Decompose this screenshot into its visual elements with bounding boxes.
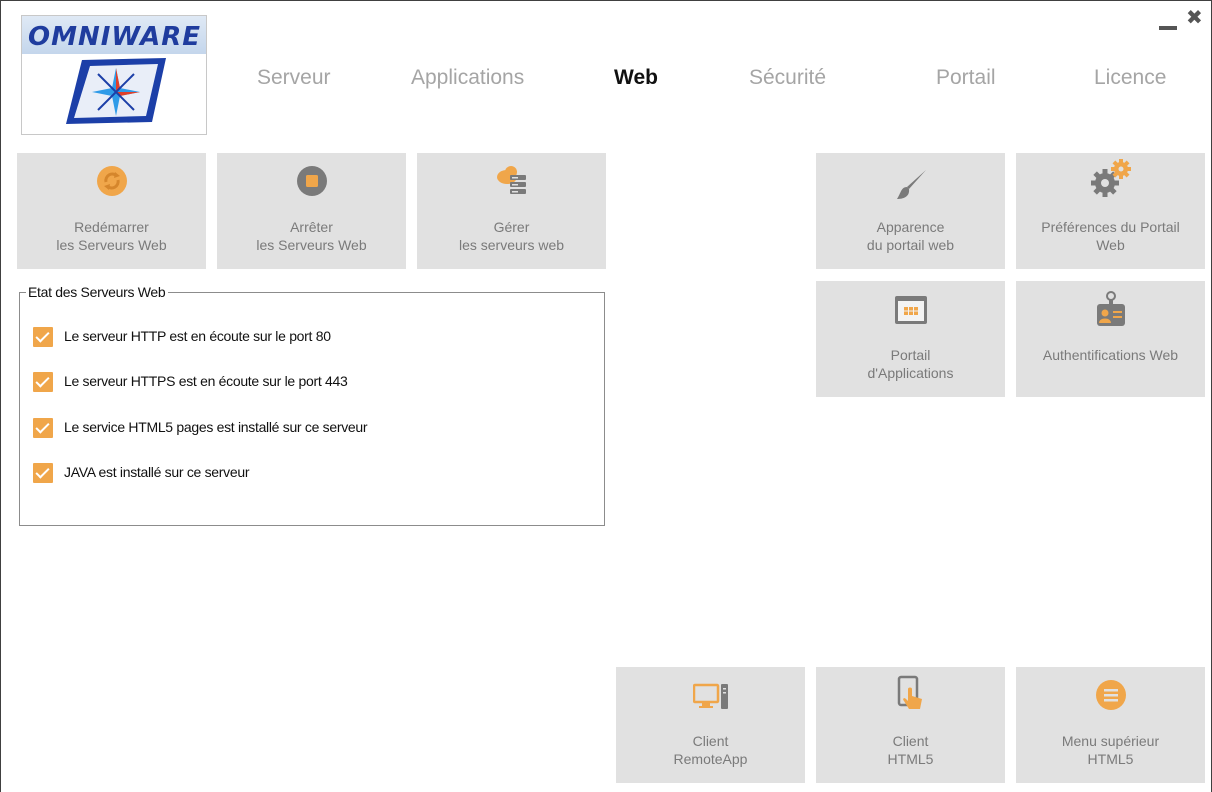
http-status-label: Le serveur HTTP est en écoute sur le por…: [64, 328, 331, 344]
tab-securite[interactable]: Sécurité: [749, 66, 826, 90]
https-status-label: Le serveur HTTPS est en écoute sur le po…: [64, 373, 348, 389]
html5-status-label: Le service HTML5 pages est installé sur …: [64, 419, 368, 435]
html5-checkbox: [33, 418, 53, 438]
stop-web-servers-button[interactable]: Arrêter les Serveurs Web: [217, 153, 406, 269]
restart-label-line1: Redémarrer: [74, 219, 149, 235]
client-remoteapp-button[interactable]: Client RemoteApp: [616, 667, 805, 783]
preferences-label-line2: Web: [1096, 237, 1125, 253]
minimize-icon[interactable]: [1159, 6, 1179, 30]
cloud-server-icon: [496, 166, 526, 194]
tab-licence[interactable]: Licence: [1094, 66, 1166, 90]
tab-web[interactable]: Web: [614, 66, 658, 90]
html5-client-label-line2: HTML5: [887, 751, 934, 767]
appearance-label-line1: Apparence: [876, 219, 945, 235]
top-menu-label-line2: HTML5: [1087, 751, 1134, 767]
compass-logo-icon: [66, 58, 166, 124]
remoteapp-label-line2: RemoteApp: [673, 751, 748, 767]
app-grid-icon: [894, 296, 927, 324]
touch-device-icon: [897, 675, 922, 709]
menu-icon: [1095, 680, 1126, 710]
paintbrush-icon: [896, 170, 926, 199]
manage-label-line1: Gérer: [493, 219, 530, 235]
web-auth-label-line1: Authentifications Web: [1042, 347, 1179, 363]
web-server-status-title: Etat des Serveurs Web: [26, 284, 169, 300]
restart-web-servers-button[interactable]: Redémarrer les Serveurs Web: [17, 153, 206, 269]
stop-label-line2: les Serveurs Web: [256, 237, 367, 253]
http-checkbox: [33, 327, 53, 347]
remoteapp-label-line1: Client: [692, 733, 729, 749]
portal-appearance-button[interactable]: Apparence du portail web: [816, 153, 1005, 269]
manage-label-line2: les serveurs web: [458, 237, 565, 253]
web-authentications-button[interactable]: Authentifications Web: [1016, 281, 1205, 397]
tab-applications[interactable]: Applications: [411, 66, 524, 90]
html5-top-menu-button[interactable]: Menu supérieur HTML5: [1016, 667, 1205, 783]
computer-icon: [692, 683, 728, 709]
stop-icon: [296, 166, 327, 196]
java-status-label: JAVA est installé sur ce serveur: [64, 464, 250, 480]
client-html5-button[interactable]: Client HTML5: [816, 667, 1005, 783]
stop-label-line1: Arrêter: [290, 219, 333, 235]
application-portal-button[interactable]: Portail d'Applications: [816, 281, 1005, 397]
https-checkbox: [33, 372, 53, 392]
java-checkbox: [33, 463, 53, 483]
app-portal-label-line1: Portail: [890, 347, 931, 363]
top-menu-label-line1: Menu supérieur: [1061, 733, 1160, 749]
gears-icon: [1090, 159, 1131, 197]
appearance-label-line2: du portail web: [866, 237, 955, 253]
id-badge-icon: [1096, 291, 1125, 326]
tab-serveur[interactable]: Serveur: [257, 66, 331, 90]
app-portal-label-line2: d'Applications: [867, 365, 954, 381]
html5-client-label-line1: Client: [892, 733, 929, 749]
manage-web-servers-button[interactable]: Gérer les serveurs web: [417, 153, 606, 269]
logo-text: OMNIWARE: [28, 22, 202, 52]
restart-label-line2: les Serveurs Web: [56, 237, 167, 253]
restart-icon: [96, 166, 127, 196]
tab-portail[interactable]: Portail: [936, 66, 996, 90]
preferences-label-line1: Préférences du Portail: [1041, 219, 1180, 235]
close-icon[interactable]: ✖: [1186, 6, 1203, 30]
portal-preferences-button[interactable]: Préférences du Portail Web: [1016, 153, 1205, 269]
omniware-logo: OMNIWARE: [21, 15, 207, 135]
